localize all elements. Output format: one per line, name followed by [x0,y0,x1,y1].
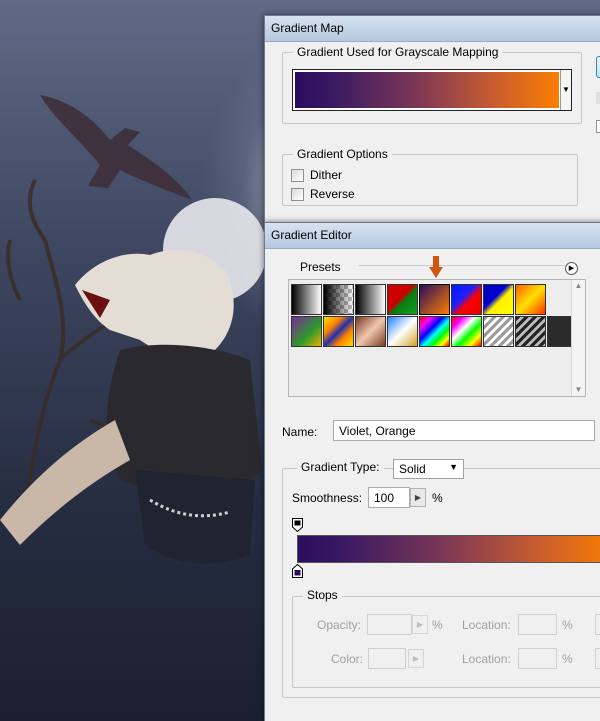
gradient-map-dialog: Gradient Map Gradient Used for Grayscale… [264,15,600,225]
preset-copper[interactable] [355,316,386,347]
opacity-location-percent: % [562,618,573,632]
color-location-input[interactable] [518,648,557,669]
arm-illustration [0,420,130,545]
opacity-location-input[interactable] [518,614,557,635]
presets-grid: ▲ ▼ [288,279,586,397]
gradient-map-titlebar[interactable]: Gradient Map [265,16,600,42]
name-input[interactable]: Violet, Orange [333,420,595,441]
opacity-stop-marker[interactable] [292,518,303,532]
preset-transparent-stripes[interactable] [483,316,514,347]
gradient-map-title: Gradient Map [271,21,344,35]
gradient-picker-dropdown[interactable]: ▼ [560,70,571,110]
preset-neutral-density[interactable] [515,316,546,347]
gradient-type-value: Solid [399,462,426,476]
color-location-label: Location: [462,652,511,666]
color-label: Color: [331,652,364,666]
circle-arrow-right-icon: ▶ [568,265,575,272]
opacity-label: Opacity: [317,618,362,632]
delete-opacity-stop-button[interactable] [595,614,600,635]
presets-menu-button[interactable]: ▶ [565,262,578,275]
ok-button[interactable] [596,56,600,78]
dither-label: Dither [310,168,343,182]
delete-color-stop-button[interactable] [595,648,600,669]
gradient-picker[interactable]: ▼ [292,69,572,111]
opacity-location-label: Location: [462,618,511,632]
reverse-checkbox[interactable] [291,188,304,201]
triangle-right-icon: ▶ [414,493,422,502]
preset-foreground-to-background[interactable] [291,284,322,315]
triangle-right-icon: ▶ [416,620,424,629]
preset-violet-orange[interactable] [418,283,451,316]
smoothness-stepper[interactable]: ▶ [410,488,426,507]
opacity-stepper[interactable]: ▶ [412,615,428,634]
opacity-percent: % [432,618,443,632]
gradient-options-group: Gradient Options Dither Reverse [282,147,578,206]
opacity-input[interactable] [367,614,412,635]
preview-checkbox[interactable] [596,120,600,133]
color-location-percent: % [562,652,573,666]
preset-orange-yellow-orange[interactable] [515,284,546,315]
gradient-options-label: Gradient Options [293,147,392,161]
preset-blue-red-yellow[interactable] [451,284,482,315]
scroll-down-icon[interactable]: ▼ [572,384,585,396]
stop-color-picker-button[interactable]: ▶ [408,649,424,668]
preset-chrome[interactable] [387,316,418,347]
gradient-type-select[interactable]: Solid ▼ [393,459,464,479]
chevron-down-icon: ▼ [562,85,570,94]
color-stop-marker[interactable] [292,564,303,578]
dither-checkbox[interactable] [291,169,304,182]
stop-color-swatch[interactable] [368,648,406,669]
smoothness-input[interactable]: 100 [368,487,410,508]
reverse-label: Reverse [310,187,355,201]
preset-black-white[interactable] [355,284,386,315]
preset-foreground-to-transparent[interactable] [323,284,354,315]
preset-violet-green-orange[interactable] [291,316,322,347]
gradient-editor-title: Gradient Editor [271,228,352,242]
stops-group: Stops [292,588,600,688]
presets-scrollbar[interactable]: ▲ ▼ [571,280,585,396]
presets-label: Presets [296,260,345,274]
gradient-used-group: Gradient Used for Grayscale Mapping ▼ [282,45,582,124]
preset-transparent-rainbow[interactable] [451,316,482,347]
stops-label: Stops [303,588,342,602]
preset-pointer-arrow-icon [429,256,443,278]
gradient-editor-dialog: Gradient Editor Presets ▶ ▲ ▼ Name: Viol… [264,222,600,721]
presets-divider [359,265,564,266]
scroll-up-icon[interactable]: ▲ [572,280,585,292]
preset-blue-yellow-blue[interactable] [483,284,514,315]
gradient-type-label: Gradient Type: [297,460,384,474]
preset-red-green[interactable] [387,284,418,315]
cancel-button[interactable] [596,92,600,104]
preset-spectrum[interactable] [419,316,450,347]
gradient-used-label: Gradient Used for Grayscale Mapping [293,45,503,59]
name-label: Name: [282,425,318,439]
chevron-down-icon: ▼ [449,462,458,472]
smoothness-percent: % [432,491,443,505]
gradient-preview[interactable] [295,72,559,108]
raven-illustration [40,95,192,200]
triangle-right-icon: ▶ [412,654,420,663]
smoothness-label: Smoothness: [292,491,363,505]
gradient-editor-titlebar[interactable]: Gradient Editor [265,223,600,249]
gradient-bar[interactable] [297,535,600,563]
preset-yellow-violet-orange-blue[interactable] [323,316,354,347]
